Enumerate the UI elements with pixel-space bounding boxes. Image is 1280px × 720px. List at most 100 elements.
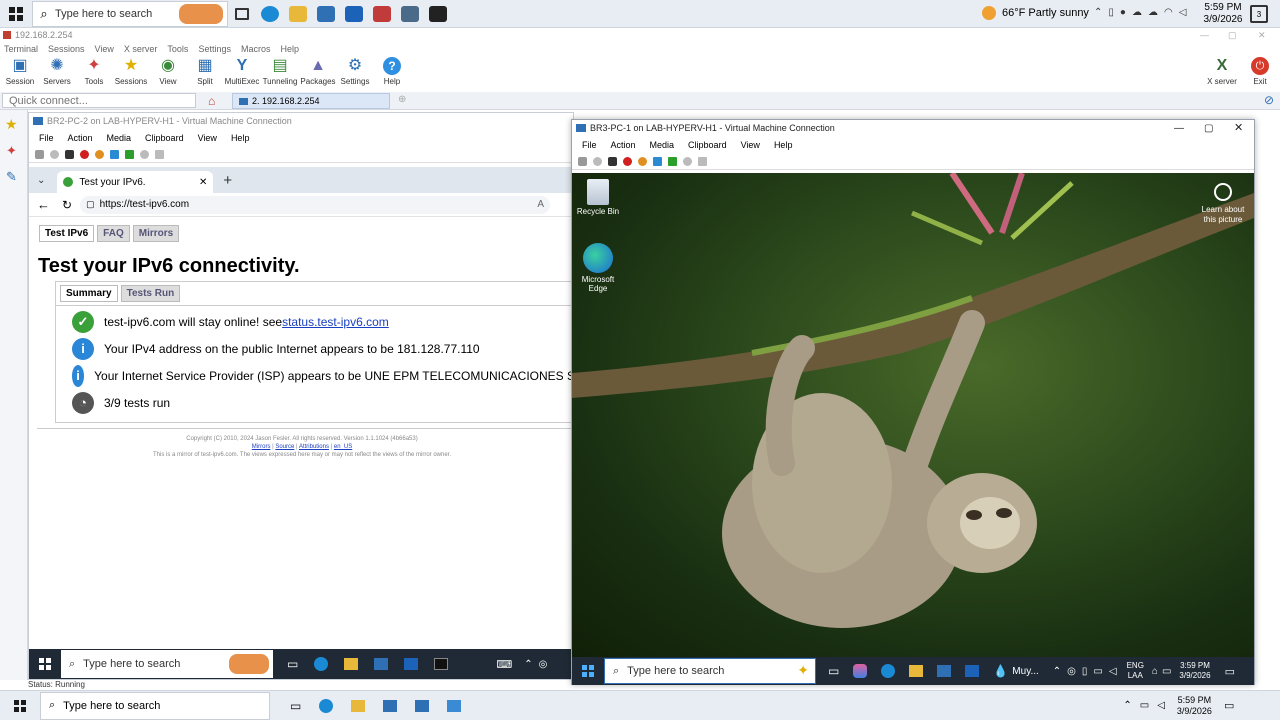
vm2-menu-view[interactable]: View [741, 137, 760, 154]
vm1-menu-file[interactable]: File [39, 130, 54, 147]
chevron-up-icon[interactable]: ⌃ [1094, 7, 1102, 18]
vm2-tray-icon-4[interactable]: ▭ [1162, 666, 1171, 677]
toolbar-help-button[interactable]: ? Help [372, 56, 412, 92]
pause-icon[interactable] [653, 157, 662, 166]
footer-link-source[interactable]: Source [275, 444, 294, 450]
menu-view[interactable]: View [95, 44, 114, 54]
shutdown-icon[interactable] [80, 150, 89, 159]
vm2-explorer-icon[interactable] [909, 665, 924, 677]
vm1-keyboard-icon[interactable]: ⌨ [496, 658, 512, 671]
vm1-menu-help[interactable]: Help [231, 130, 250, 147]
bottom-hyperv-icon[interactable] [383, 699, 398, 712]
bottom-explorer-icon[interactable] [351, 699, 366, 712]
revert-icon[interactable] [140, 150, 149, 159]
vm2-outlook-icon[interactable] [965, 665, 980, 677]
vm2-menu-clipboard[interactable]: Clipboard [688, 137, 727, 154]
wifi-icon[interactable]: ◠ [1164, 7, 1173, 18]
edge-icon[interactable] [256, 1, 284, 27]
menu-terminal[interactable]: Terminal [4, 44, 38, 54]
vm1-chevron-up-icon[interactable]: ⌃ [524, 659, 532, 670]
bottom-start-icon[interactable] [0, 699, 40, 712]
toolbar-packages-button[interactable]: ▲ Packages [298, 56, 338, 92]
session-tab[interactable]: 2. 192.168.2.254 [232, 93, 390, 109]
vm1-menu-action[interactable]: Action [68, 130, 93, 147]
host-search-box[interactable]: ⌕ Type here to search [32, 1, 228, 27]
vm2-menu-file[interactable]: File [582, 137, 597, 154]
toolbar-tunneling-button[interactable]: ▤ Tunneling [260, 56, 300, 92]
moba-maximize-icon[interactable]: ▢ [1228, 30, 1237, 41]
host-clock[interactable]: 5:59 PM 3/9/2026 [1200, 2, 1246, 26]
host-weather[interactable]: 66°F Partly sunny [982, 6, 1089, 20]
vm1-start-icon[interactable] [29, 658, 61, 670]
cloud-icon[interactable]: ☁ [1132, 7, 1142, 18]
moba-close-icon[interactable]: ✕ [1258, 30, 1266, 41]
vm2-copilot-icon[interactable] [853, 664, 868, 678]
menu-settings[interactable]: Settings [198, 44, 231, 54]
app-icon[interactable] [368, 1, 396, 27]
turn-off-icon[interactable] [65, 150, 74, 159]
toolbar-session-button[interactable]: ▣ Session [0, 56, 40, 92]
vm2-task-view-icon[interactable]: ▭ [828, 664, 839, 678]
vm1-explorer-icon[interactable] [344, 658, 359, 670]
vm1-menu-view[interactable]: View [198, 130, 217, 147]
vm1-menu-media[interactable]: Media [107, 130, 132, 147]
site-tab-mirrors[interactable]: Mirrors [132, 225, 180, 242]
file-explorer-icon[interactable] [284, 1, 312, 27]
subtab-summary[interactable]: Summary [60, 285, 118, 302]
vm2-language[interactable]: ENG LAA [1127, 661, 1144, 681]
revert-icon[interactable] [683, 157, 692, 166]
footer-link-attributions[interactable]: Attributions [299, 444, 329, 450]
start-icon[interactable] [593, 157, 602, 166]
vm1-store-icon[interactable] [374, 658, 389, 670]
vm1-mail-icon[interactable] [404, 658, 419, 670]
speaker-icon[interactable]: ◁ [1179, 7, 1187, 18]
footer-link-mirrors[interactable]: Mirrors [252, 444, 271, 450]
vm2-tray-icon-2[interactable]: ▯ [1082, 666, 1088, 677]
new-tab-icon[interactable]: ⊕ [398, 94, 406, 105]
refresh-icon[interactable]: ↻ [62, 198, 72, 212]
resume-icon[interactable] [125, 150, 134, 159]
desktop-icon-edge[interactable]: Microsoft Edge [576, 243, 620, 293]
back-arrow-icon[interactable]: ← [37, 197, 50, 212]
turn-off-icon[interactable] [608, 157, 617, 166]
url-field[interactable]: ▢ https://test-ipv6.com A [80, 195, 551, 214]
menu-help[interactable]: Help [280, 44, 299, 54]
bottom-store-icon[interactable] [415, 699, 430, 712]
vm2-menu-media[interactable]: Media [650, 137, 675, 154]
vm2-weather-icon[interactable]: 💧 [993, 664, 1008, 678]
vm2-notification-icon[interactable]: ▭ [1225, 665, 1235, 678]
tab-actions-chevron-icon[interactable]: ⌄ [37, 175, 45, 186]
vm2-clock[interactable]: 3:59 PM 3/9/2026 [1179, 661, 1210, 681]
vm2-network-icon[interactable]: ▭ [1093, 666, 1102, 677]
store-icon[interactable] [312, 1, 340, 27]
bottom-speaker-icon[interactable]: ◁ [1157, 700, 1165, 711]
quick-connect-input[interactable] [2, 93, 196, 108]
vm2-menu-action[interactable]: Action [611, 137, 636, 154]
bottom-notification-icon[interactable]: ▭ [1224, 699, 1234, 712]
bottom-chevron-up-icon[interactable]: ⌃ [1123, 700, 1131, 711]
vm1-edge-icon[interactable] [314, 657, 329, 671]
vm2-speaker-icon[interactable]: ◁ [1109, 666, 1117, 677]
toolbar-view-button[interactable]: ◉ View [148, 56, 188, 92]
toolbar-xserver-button[interactable]: XX server [1202, 56, 1242, 92]
vm2-search-box[interactable]: ⌕ Type here to search ✦ [604, 658, 816, 684]
bottom-network-icon[interactable]: ▭ [1140, 700, 1149, 711]
enhanced-session-icon[interactable] [155, 150, 164, 159]
vm1-menu-clipboard[interactable]: Clipboard [145, 130, 184, 147]
vm1-tray-icon[interactable]: ◎ [539, 659, 548, 670]
microphone-icon[interactable]: ● [1120, 7, 1126, 18]
bottom-mobaxterm-icon[interactable] [447, 699, 462, 712]
bottom-edge-icon[interactable] [319, 698, 334, 713]
vm2-tray-icon-3[interactable]: ⌂ [1152, 666, 1158, 677]
toolbar-sessions-button[interactable]: ★ Sessions [111, 56, 151, 92]
vm1-task-view-icon[interactable]: ▭ [287, 657, 298, 671]
macros-side-icon[interactable]: ✎ [6, 169, 27, 185]
vm2-weather-text[interactable]: Muy... [1012, 666, 1038, 677]
notification-icon[interactable]: 3 [1250, 5, 1268, 23]
tools-side-icon[interactable]: ✦ [6, 143, 27, 159]
vm1-search-box[interactable]: ⌕ Type here to search [61, 650, 273, 678]
footer-link-locale[interactable]: en_US [334, 444, 352, 450]
outlook-icon[interactable] [340, 1, 368, 27]
save-state-icon[interactable] [638, 157, 647, 166]
bottom-clock[interactable]: 5:59 PM 3/9/2026 [1177, 695, 1212, 717]
